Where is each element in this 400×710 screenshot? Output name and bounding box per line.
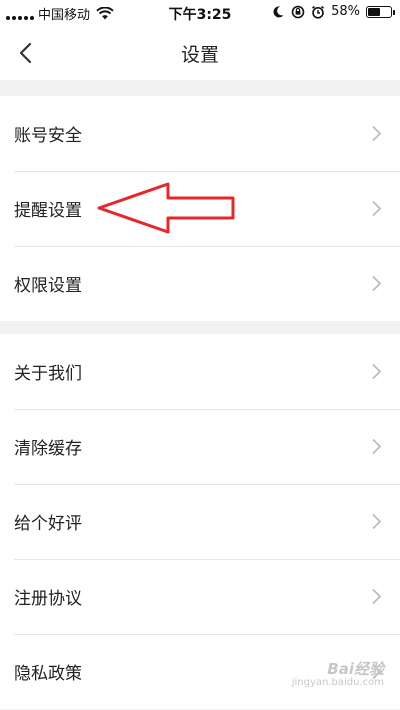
settings-item-label: 隐私政策: [14, 664, 82, 684]
settings-screen: 中国移动 下午3:25 58% 设置 账号安全 提醒设置 权限设置 关于我们 清…: [0, 0, 400, 710]
chevron-right-icon: [372, 588, 382, 605]
settings-group-about: 关于我们 清除缓存 给个好评 注册协议 隐私政策: [0, 334, 400, 709]
settings-item-label: 清除缓存: [14, 439, 82, 459]
settings-item-clear-cache[interactable]: 清除缓存: [0, 409, 400, 484]
watermark: Bai经验 jingyan.baidu.com: [292, 658, 384, 688]
red-arrow-icon: [97, 182, 235, 234]
settings-item-rate-us[interactable]: 给个好评: [0, 484, 400, 559]
settings-item-label: 权限设置: [14, 276, 82, 296]
settings-item-label: 账号安全: [14, 126, 82, 146]
alarm-icon: [312, 5, 325, 19]
rotation-lock-icon: [291, 5, 305, 18]
settings-item-label: 给个好评: [14, 514, 82, 534]
nav-bar: 设置: [0, 26, 400, 80]
watermark-url: jingyan.baidu.com: [291, 677, 384, 688]
settings-item-about-us[interactable]: 关于我们: [0, 334, 400, 409]
settings-item-label: 提醒设置: [14, 201, 82, 221]
battery-percent: 58%: [331, 4, 360, 19]
chevron-right-icon: [372, 275, 382, 292]
chevron-right-icon: [372, 125, 382, 142]
page-title: 设置: [180, 44, 219, 66]
chevron-right-icon: [372, 200, 382, 217]
settings-item-account-security[interactable]: 账号安全: [0, 96, 400, 171]
status-right: 58%: [271, 4, 395, 19]
settings-item-label: 关于我们: [14, 364, 82, 384]
chevron-right-icon: [372, 438, 382, 455]
chevron-right-icon: [372, 513, 382, 530]
chevron-right-icon: [372, 363, 382, 380]
settings-item-permissions[interactable]: 权限设置: [0, 246, 400, 321]
settings-item-label: 注册协议: [14, 589, 82, 609]
battery-fill: [368, 7, 380, 16]
watermark-brand: Bai经验: [327, 660, 384, 678]
status-bar: 中国移动 下午3:25 58%: [0, 0, 400, 26]
battery-icon: [366, 5, 395, 18]
settings-item-terms[interactable]: 注册协议: [0, 559, 400, 634]
moon-icon: [273, 5, 284, 17]
